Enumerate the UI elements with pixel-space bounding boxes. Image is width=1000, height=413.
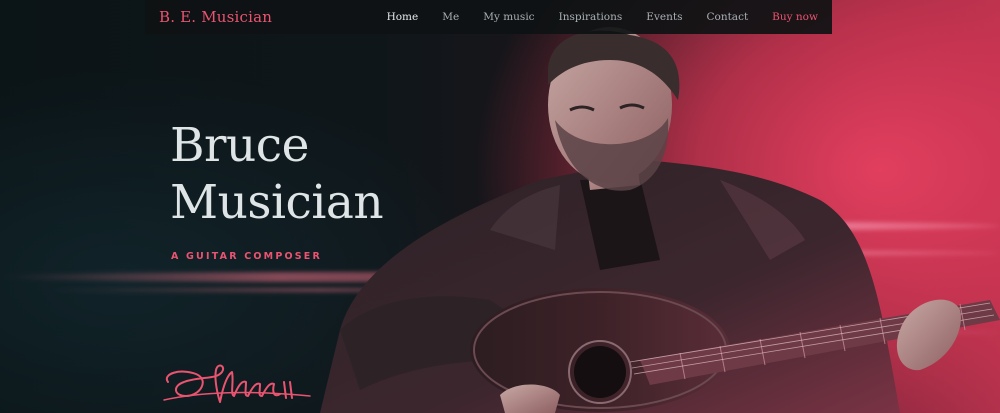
top-navbar: B. E. Musician Home Me My music Inspirat…	[145, 0, 832, 34]
nav-item-my-music[interactable]: My music	[483, 11, 534, 23]
brand-logo[interactable]: B. E. Musician	[159, 8, 272, 26]
nav-item-contact[interactable]: Contact	[706, 11, 748, 23]
nav-item-inspirations[interactable]: Inspirations	[559, 11, 623, 23]
guitarist-photo	[320, 27, 1000, 413]
nav-links: Home Me My music Inspirations Events Con…	[363, 11, 818, 23]
nav-item-buy-now[interactable]: Buy now	[772, 11, 818, 23]
signature-icon	[163, 364, 311, 403]
nav-item-me[interactable]: Me	[442, 11, 459, 23]
hero-subtitle: A GUITAR COMPOSER	[171, 251, 323, 262]
hero-title: Bruce Musician	[170, 117, 384, 231]
hero-title-line2: Musician	[170, 175, 384, 230]
nav-item-events[interactable]: Events	[646, 11, 682, 23]
nav-item-home[interactable]: Home	[387, 11, 419, 23]
hero-section	[0, 0, 1000, 413]
hero-title-line1: Bruce	[170, 118, 309, 173]
